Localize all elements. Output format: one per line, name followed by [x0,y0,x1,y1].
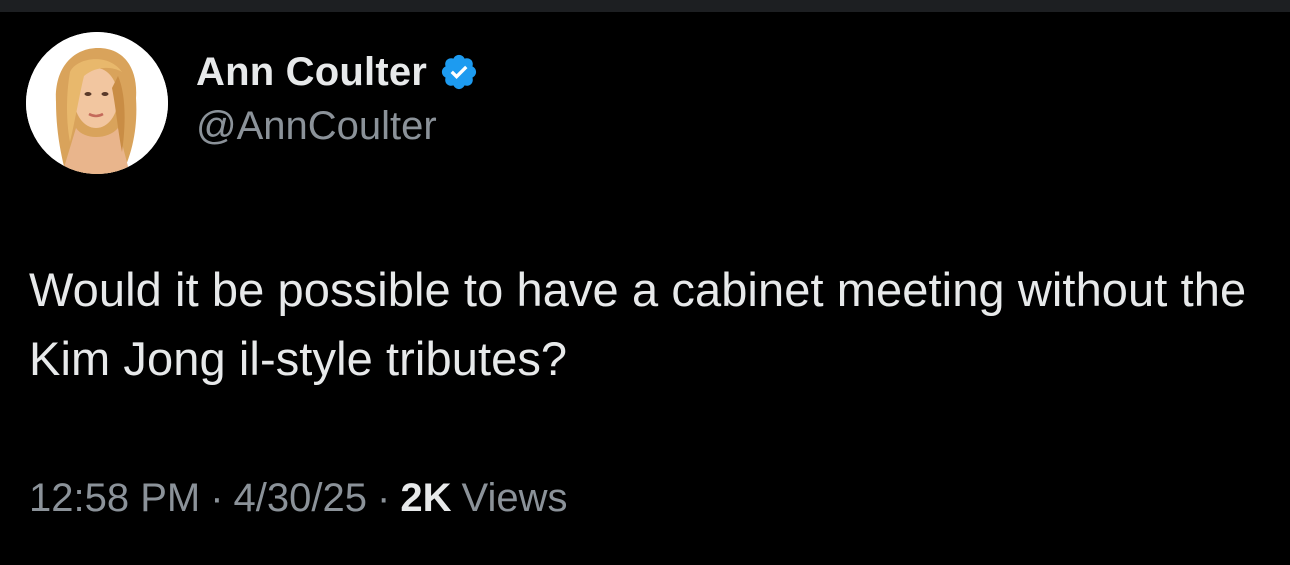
tweet-text: Would it be possible to have a cabinet m… [29,263,1247,385]
tweet-meta: 12:58 PM · 4/30/25 · 2K Views [29,476,567,521]
display-name[interactable]: Ann Coulter [196,50,427,95]
top-strip [0,0,1290,12]
avatar[interactable] [26,32,168,174]
tweet-time[interactable]: 12:58 PM [29,476,200,521]
tweet-screenshot: Ann Coulter @AnnCoulter Would it be poss… [0,0,1290,565]
name-row: Ann Coulter [196,44,479,100]
separator-dot: · [210,476,224,520]
avatar-photo [26,32,168,174]
verified-badge-icon[interactable] [439,52,479,92]
tweet-date[interactable]: 4/30/25 [234,476,367,521]
views-label[interactable]: Views [461,476,567,521]
author-header: Ann Coulter @AnnCoulter [196,44,479,149]
handle[interactable]: @AnnCoulter [196,104,479,149]
separator-dot: · [377,476,391,520]
views-count[interactable]: 2K [400,476,451,521]
